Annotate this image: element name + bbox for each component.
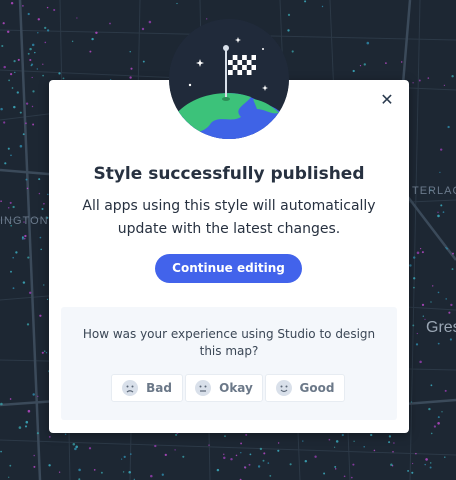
feedback-panel: How was your experience using Studio to … [61, 307, 397, 420]
map-label-city: INGTON [0, 215, 49, 227]
rate-bad-label: Bad [146, 381, 172, 395]
close-icon[interactable]: ✕ [377, 90, 397, 110]
continue-editing-button[interactable]: Continue editing [155, 254, 302, 283]
rate-okay-button[interactable]: Okay [185, 374, 263, 402]
sad-face-icon [122, 380, 139, 396]
flag-on-planet-icon [169, 19, 289, 139]
rate-bad-button[interactable]: Bad [111, 374, 183, 402]
happy-face-icon [275, 380, 292, 396]
rate-good-label: Good [299, 381, 335, 395]
dialog-title: Style successfully published [93, 164, 365, 184]
rate-good-button[interactable]: Good [265, 374, 345, 402]
dialog-description: All apps using this style will automatic… [82, 198, 376, 237]
map-label-street: TERLAC [412, 185, 456, 197]
rate-okay-label: Okay [219, 381, 253, 395]
neutral-face-icon [195, 380, 212, 396]
map-label-place: Gres [426, 319, 456, 336]
feedback-question: How was your experience using Studio to … [82, 327, 376, 358]
